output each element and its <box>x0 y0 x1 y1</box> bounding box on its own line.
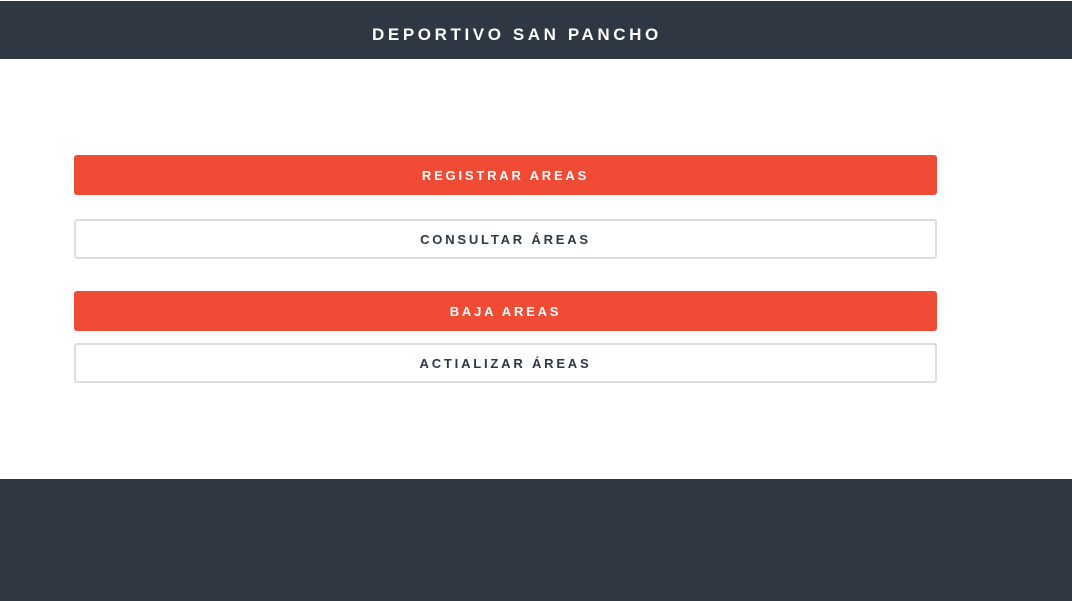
main-content: REGISTRAR AREAS CONSULTAR ÁREAS BAJA ARE… <box>0 59 1072 479</box>
registrar-areas-button[interactable]: REGISTRAR AREAS <box>74 155 937 195</box>
site-title[interactable]: DEPORTIVO SAN PANCHO <box>372 25 662 45</box>
page-footer <box>0 479 1072 601</box>
baja-areas-button[interactable]: BAJA AREAS <box>74 291 937 331</box>
consultar-areas-button[interactable]: CONSULTAR ÁREAS <box>74 219 937 259</box>
top-navbar: DEPORTIVO SAN PANCHO <box>0 1 1072 59</box>
actualizar-areas-button[interactable]: ACTIALIZAR ÁREAS <box>74 343 937 383</box>
